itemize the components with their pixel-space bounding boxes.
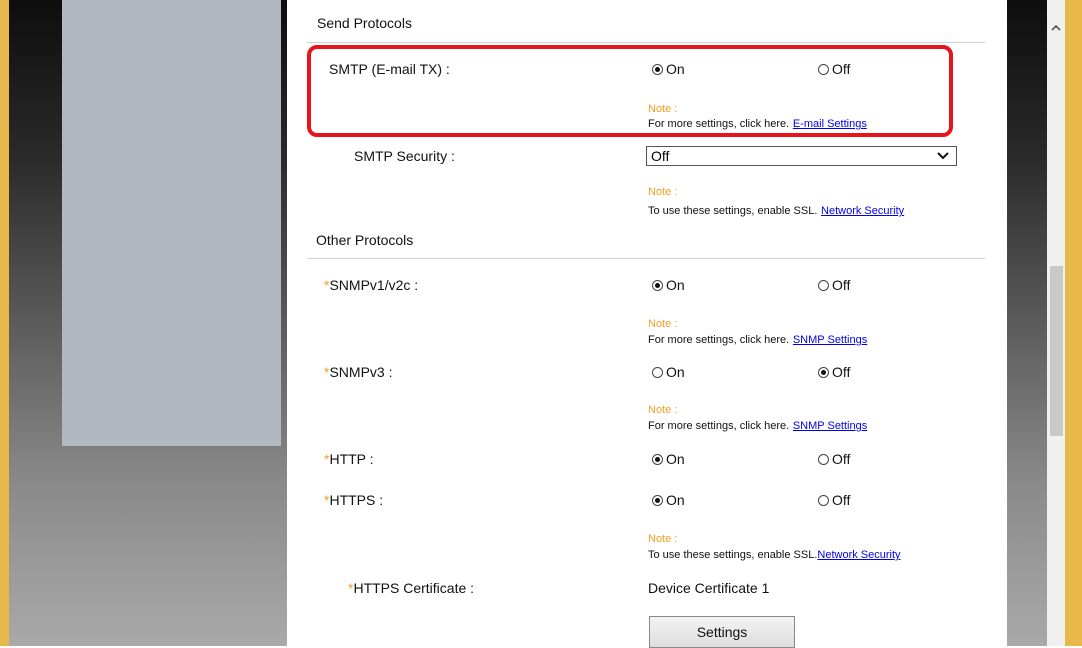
- chevron-down-icon: [937, 152, 949, 160]
- smtp-highlight-box: [307, 45, 953, 137]
- left-navigation-panel: [9, 0, 287, 646]
- snmpv3-note-title: Note :: [648, 404, 678, 416]
- https-note: To use these settings, enable SSL.Networ…: [648, 546, 901, 561]
- snmpv1-off-label: Off: [832, 277, 851, 293]
- snmpv1-on-option[interactable]: On: [652, 277, 685, 293]
- snmp-settings-link[interactable]: SNMP Settings: [793, 420, 867, 432]
- https-on-label: On: [666, 492, 685, 508]
- snmpv1-on-radio[interactable]: [652, 279, 663, 291]
- https-on-option[interactable]: On: [652, 492, 685, 508]
- section-title-other-protocols: Other Protocols: [316, 232, 414, 248]
- section-divider: [307, 258, 985, 259]
- snmpv1-off-radio[interactable]: [818, 279, 829, 291]
- snmpv1-note-text: For more settings, click here.: [648, 334, 790, 346]
- window-frame-right: [1065, 0, 1082, 646]
- certificate-settings-button[interactable]: Settings: [649, 616, 795, 648]
- smtp-security-note-text: To use these settings, enable SSL.: [648, 205, 818, 217]
- protocol-settings-content: Send Protocols SMTP (E-mail TX) : On Off…: [287, 0, 1007, 648]
- snmpv3-off-radio[interactable]: [818, 366, 829, 378]
- http-label: *HTTP :: [324, 451, 374, 467]
- scroll-up-button[interactable]: [1047, 22, 1065, 40]
- https-note-text: To use these settings, enable SSL.: [648, 549, 818, 561]
- http-off-label: Off: [832, 451, 851, 467]
- snmpv1-on-label: On: [666, 277, 685, 293]
- https-certificate-value: Device Certificate 1: [648, 580, 770, 596]
- section-divider: [307, 42, 985, 43]
- https-certificate-label: *HTTPS Certificate :: [348, 580, 475, 596]
- snmpv3-off-option[interactable]: Off: [818, 364, 850, 380]
- window-frame-left: [0, 0, 9, 646]
- snmpv3-on-option[interactable]: On: [652, 364, 685, 380]
- snmpv1-label: *SNMPv1/v2c :: [324, 277, 419, 293]
- http-off-option[interactable]: Off: [818, 451, 850, 467]
- smtp-security-select[interactable]: Off: [646, 146, 957, 166]
- smtp-security-value: Off: [651, 148, 670, 164]
- scrollbar-thumb[interactable]: [1050, 266, 1063, 436]
- snmp-settings-link[interactable]: SNMP Settings: [793, 334, 867, 346]
- https-label: *HTTPS :: [324, 492, 384, 508]
- http-on-radio[interactable]: [652, 453, 663, 465]
- http-on-option[interactable]: On: [652, 451, 685, 467]
- snmpv3-on-label: On: [666, 364, 685, 380]
- left-navigation-menu-area: [62, 0, 281, 446]
- smtp-security-note: To use these settings, enable SSL. Netwo…: [648, 202, 904, 217]
- snmpv1-note-title: Note :: [648, 318, 678, 330]
- https-off-radio[interactable]: [818, 494, 829, 506]
- network-security-link[interactable]: Network Security: [821, 205, 904, 217]
- https-on-radio[interactable]: [652, 494, 663, 506]
- vertical-scrollbar[interactable]: [1047, 0, 1065, 646]
- https-off-label: Off: [832, 492, 851, 508]
- smtp-security-label: SMTP Security :: [354, 148, 455, 164]
- snmpv3-label: *SNMPv3 :: [324, 364, 393, 380]
- chevron-up-icon: [1051, 24, 1061, 31]
- https-off-option[interactable]: Off: [818, 492, 850, 508]
- snmpv1-note: For more settings, click here. SNMP Sett…: [648, 331, 867, 346]
- snmpv3-off-label: Off: [832, 364, 851, 380]
- section-title-send-protocols: Send Protocols: [317, 15, 412, 31]
- snmpv3-on-radio[interactable]: [652, 366, 663, 378]
- snmpv3-note: For more settings, click here. SNMP Sett…: [648, 417, 867, 432]
- http-off-radio[interactable]: [818, 453, 829, 465]
- snmpv3-note-text: For more settings, click here.: [648, 420, 790, 432]
- right-decorative-band: [1007, 0, 1047, 646]
- smtp-security-note-title: Note :: [648, 186, 678, 198]
- https-note-title: Note :: [648, 533, 678, 545]
- snmpv1-off-option[interactable]: Off: [818, 277, 850, 293]
- http-on-label: On: [666, 451, 685, 467]
- network-security-link[interactable]: Network Security: [817, 549, 900, 561]
